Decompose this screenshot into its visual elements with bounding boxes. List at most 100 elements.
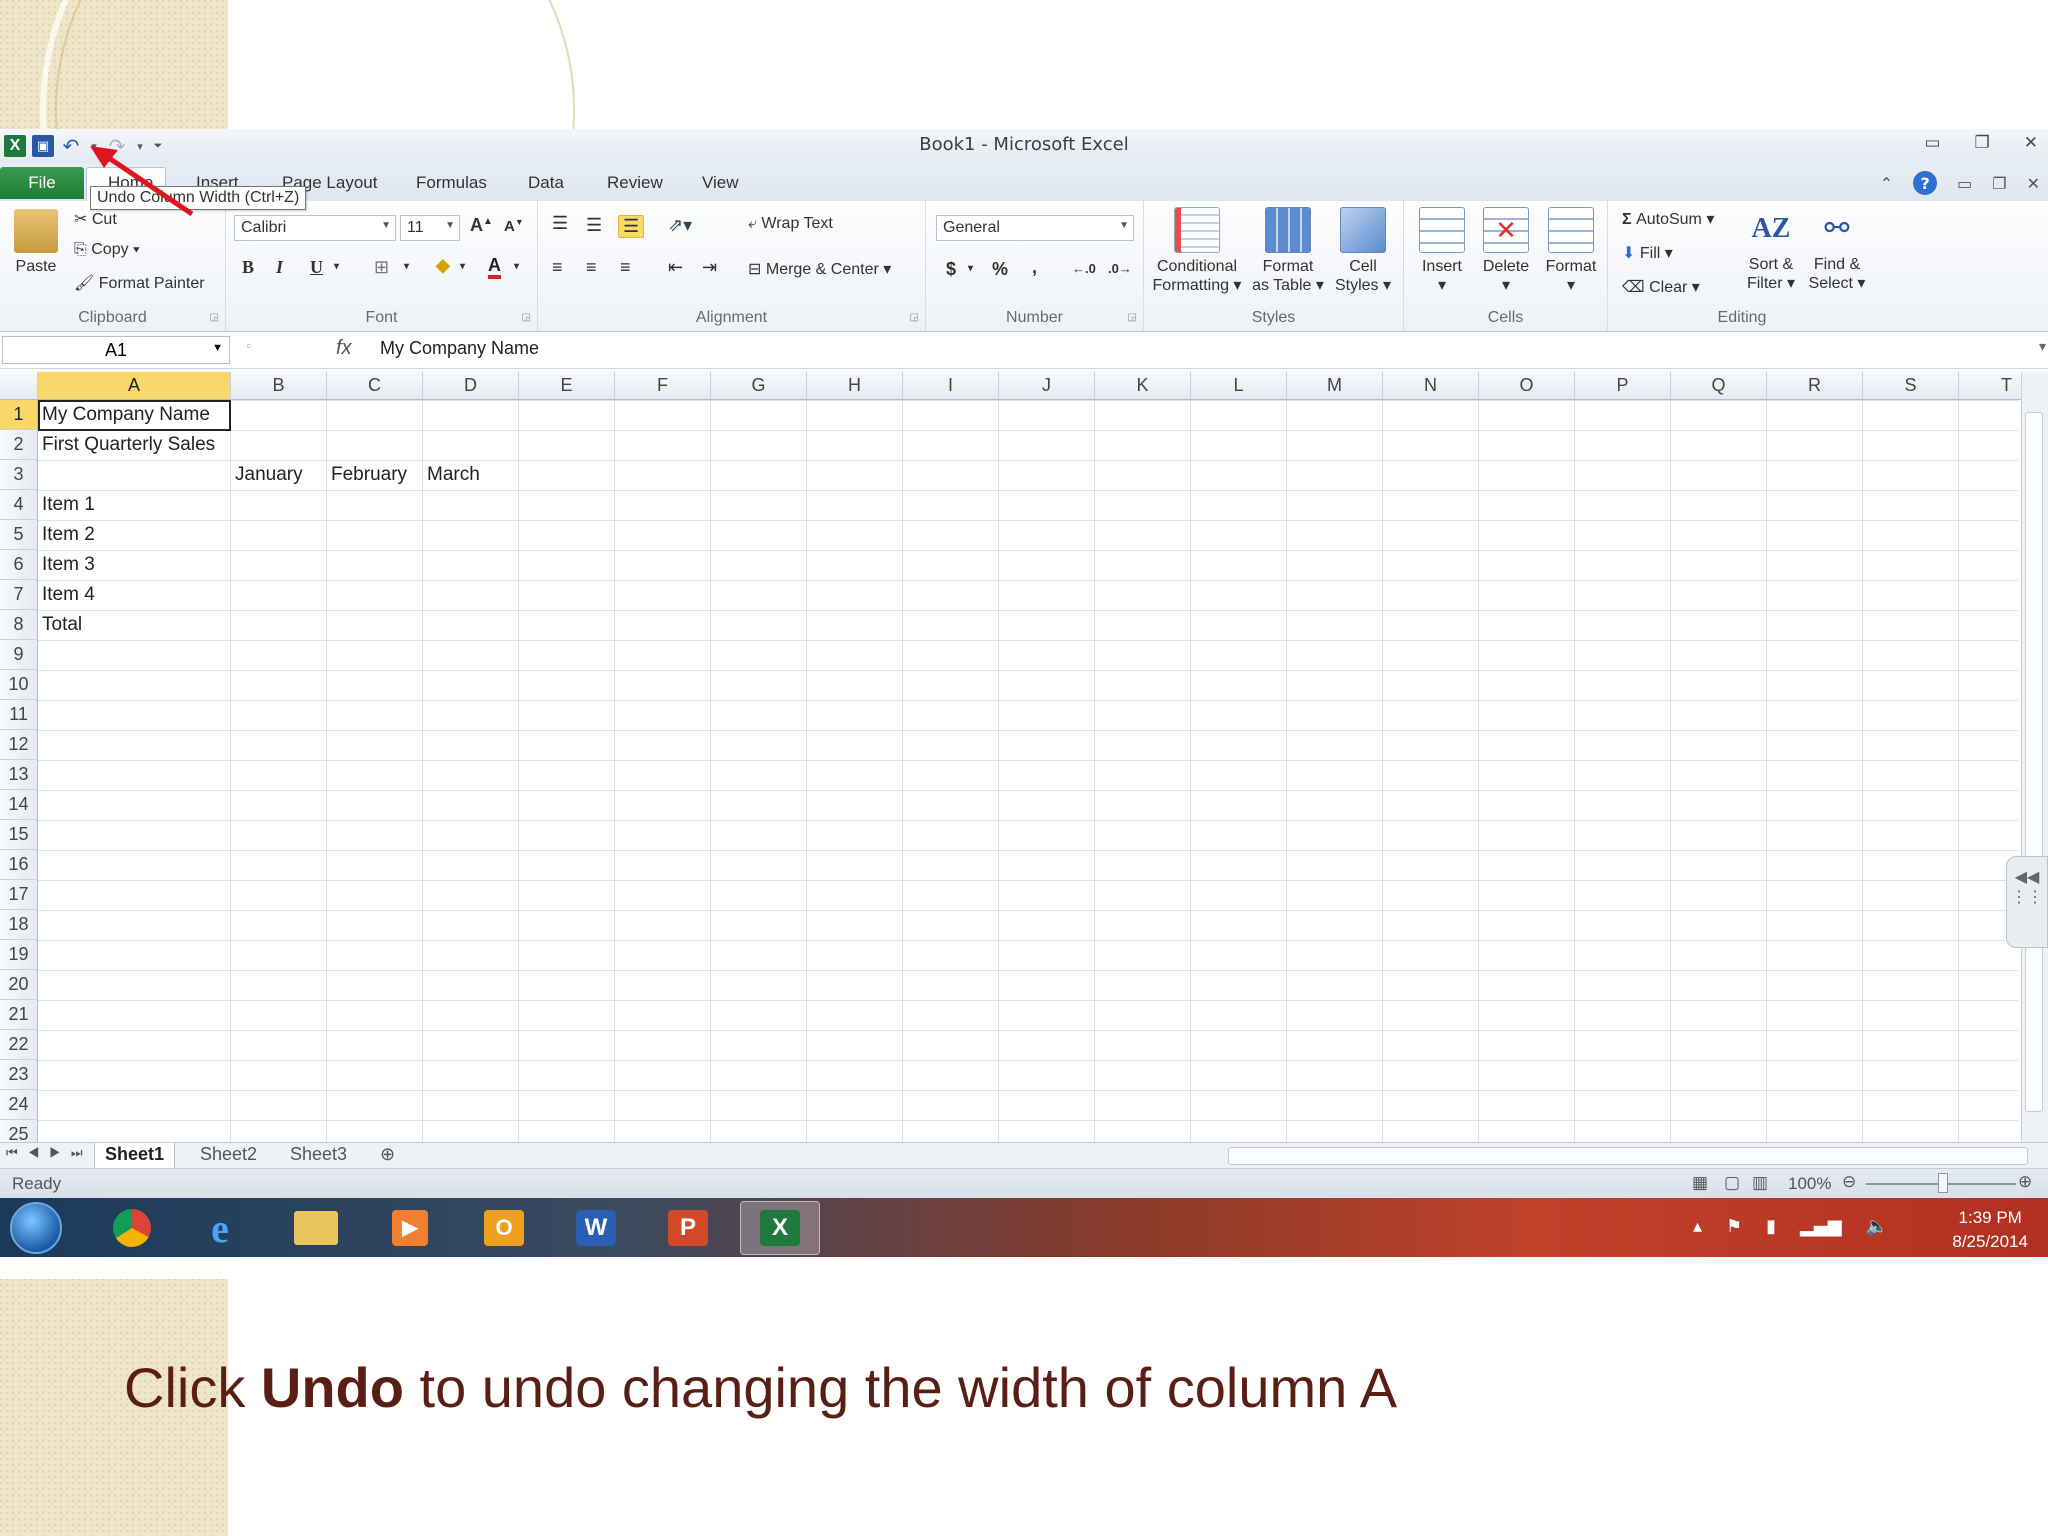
row-header-20[interactable]: 20: [0, 970, 38, 1000]
normal-view-icon[interactable]: ▦: [1692, 1173, 1708, 1193]
fill-color-dropdown-icon[interactable]: ▾: [460, 261, 465, 272]
tab-formulas[interactable]: Formulas: [416, 173, 487, 193]
fill-button[interactable]: ⬇ Fill ▾: [1622, 243, 1673, 263]
tab-data[interactable]: Data: [528, 173, 564, 193]
sheet-tab-1[interactable]: Sheet1: [94, 1143, 176, 1170]
network-signal-icon[interactable]: ▂▄▆: [1800, 1216, 1842, 1237]
underline-button[interactable]: U: [310, 257, 323, 278]
align-top-icon[interactable]: ☰: [552, 213, 568, 234]
column-header-l[interactable]: L: [1191, 372, 1287, 400]
row-header-15[interactable]: 15: [0, 820, 38, 850]
font-name-select[interactable]: Calibri ▼: [234, 215, 396, 241]
clipboard-launcher-icon[interactable]: ◲: [210, 312, 219, 323]
chrome-icon[interactable]: [92, 1201, 172, 1255]
page-break-view-icon[interactable]: ▥: [1752, 1173, 1768, 1193]
page-layout-view-icon[interactable]: ▢: [1724, 1173, 1740, 1193]
format-painter-button[interactable]: 🖌 Format Painter: [74, 273, 205, 293]
percent-button[interactable]: %: [992, 259, 1008, 280]
tab-view[interactable]: View: [702, 173, 739, 193]
row-header-19[interactable]: 19: [0, 940, 38, 970]
insert-sheet-icon[interactable]: ⊕: [370, 1143, 405, 1169]
clock[interactable]: 1:39 PM 8/25/2014: [1952, 1206, 2028, 1254]
row-header-9[interactable]: 9: [0, 640, 38, 670]
row-header-6[interactable]: 6: [0, 550, 38, 580]
align-right-icon[interactable]: ≡: [620, 257, 631, 278]
font-size-select[interactable]: 11 ▼: [400, 215, 460, 241]
insert-cells-button[interactable]: Insert ▾: [1412, 207, 1472, 295]
cell-a2[interactable]: First Quarterly Sales: [38, 430, 215, 460]
cell-d3[interactable]: March: [423, 460, 480, 490]
fill-color-icon[interactable]: ◆: [436, 255, 450, 276]
row-header-17[interactable]: 17: [0, 880, 38, 910]
comma-button[interactable]: ,: [1032, 257, 1037, 278]
row-header-18[interactable]: 18: [0, 910, 38, 940]
currency-button[interactable]: $: [946, 259, 956, 280]
row-header-23[interactable]: 23: [0, 1060, 38, 1090]
cell-a7[interactable]: Item 4: [38, 580, 95, 610]
cell-a8[interactable]: Total: [38, 610, 82, 640]
word-icon[interactable]: W: [556, 1201, 636, 1255]
column-header-g[interactable]: G: [711, 372, 807, 400]
find-select-button[interactable]: ⚯ Find & Select ▾: [1804, 207, 1870, 293]
insert-function-button[interactable]: fx: [336, 337, 352, 360]
font-launcher-icon[interactable]: ◲: [522, 312, 531, 323]
italic-button[interactable]: I: [276, 257, 283, 278]
column-header-e[interactable]: E: [519, 372, 615, 400]
borders-dropdown-icon[interactable]: ▾: [404, 261, 409, 272]
column-header-p[interactable]: P: [1575, 372, 1671, 400]
zoom-out-icon[interactable]: ⊖: [1842, 1172, 1856, 1192]
zoom-level[interactable]: 100%: [1788, 1174, 1831, 1194]
doc-minimize-icon[interactable]: ▭: [1957, 174, 1972, 193]
row-header-8[interactable]: 8: [0, 610, 38, 640]
cut-button[interactable]: ✂ Cut: [74, 209, 117, 229]
restore-icon[interactable]: ❐: [1975, 133, 1990, 153]
row-header-22[interactable]: 22: [0, 1030, 38, 1060]
action-center-flag-icon[interactable]: ⚑: [1726, 1216, 1742, 1237]
currency-dropdown-icon[interactable]: ▾: [968, 263, 973, 274]
zoom-in-icon[interactable]: ⊕: [2018, 1172, 2032, 1192]
cell-a5[interactable]: Item 2: [38, 520, 95, 550]
column-header-r[interactable]: R: [1767, 372, 1863, 400]
internet-explorer-icon[interactable]: e: [180, 1201, 260, 1255]
conditional-formatting-button[interactable]: Conditional Formatting ▾: [1148, 207, 1246, 295]
powerpoint-icon[interactable]: P: [648, 1201, 728, 1255]
cell-a6[interactable]: Item 3: [38, 550, 95, 580]
row-header-5[interactable]: 5: [0, 520, 38, 550]
row-header-10[interactable]: 10: [0, 670, 38, 700]
merge-center-button[interactable]: ⊟ Merge & Center ▾: [748, 259, 891, 279]
sheet-nav-arrows[interactable]: ⏮◀▶⏭: [6, 1145, 93, 1161]
column-header-j[interactable]: J: [999, 372, 1095, 400]
column-header-o[interactable]: O: [1479, 372, 1575, 400]
cell-a4[interactable]: Item 1: [38, 490, 95, 520]
cell-b3[interactable]: January: [231, 460, 303, 490]
shrink-font-icon[interactable]: A▼: [504, 217, 524, 235]
minimize-ribbon-icon[interactable]: ⌃: [1880, 174, 1893, 193]
orientation-icon[interactable]: ⇗▾: [668, 215, 692, 236]
number-format-select[interactable]: General ▼: [936, 215, 1134, 241]
format-as-table-button[interactable]: Format as Table ▾: [1248, 207, 1328, 295]
sort-filter-button[interactable]: AZ Sort & Filter ▾: [1740, 207, 1802, 293]
number-launcher-icon[interactable]: ◲: [1128, 312, 1137, 323]
column-header-c[interactable]: C: [327, 372, 423, 400]
wrap-text-button[interactable]: ⤶ Wrap Text: [748, 215, 833, 233]
align-left-icon[interactable]: ≡: [552, 257, 563, 278]
column-header-d[interactable]: D: [423, 372, 519, 400]
increase-indent-icon[interactable]: ⇥: [702, 257, 717, 278]
worksheet-grid[interactable]: ABCDEFGHIJKLMNOPQRST 1 2 3 4 5 6 7 8 9 10 11 12 13 14…: [0, 372, 2048, 1150]
paste-button[interactable]: Paste: [6, 209, 66, 276]
decrease-decimal-icon[interactable]: .0→: [1108, 261, 1132, 276]
row-header-24[interactable]: 24: [0, 1090, 38, 1120]
start-button[interactable]: [10, 1202, 62, 1254]
align-center-icon[interactable]: ≡: [586, 257, 597, 278]
formula-content[interactable]: My Company Name: [380, 338, 539, 359]
copy-button[interactable]: ⎘ Copy ▾: [74, 241, 140, 259]
row-header-3[interactable]: 3: [0, 460, 38, 490]
column-header-a[interactable]: A: [38, 372, 231, 400]
tab-review[interactable]: Review: [607, 173, 663, 193]
doc-restore-icon[interactable]: ❐: [1992, 174, 2006, 193]
row-header-4[interactable]: 4: [0, 490, 38, 520]
row-header-1[interactable]: 1: [0, 400, 38, 430]
column-header-k[interactable]: K: [1095, 372, 1191, 400]
column-header-h[interactable]: H: [807, 372, 903, 400]
show-hidden-icons-icon[interactable]: ▴: [1693, 1216, 1702, 1237]
